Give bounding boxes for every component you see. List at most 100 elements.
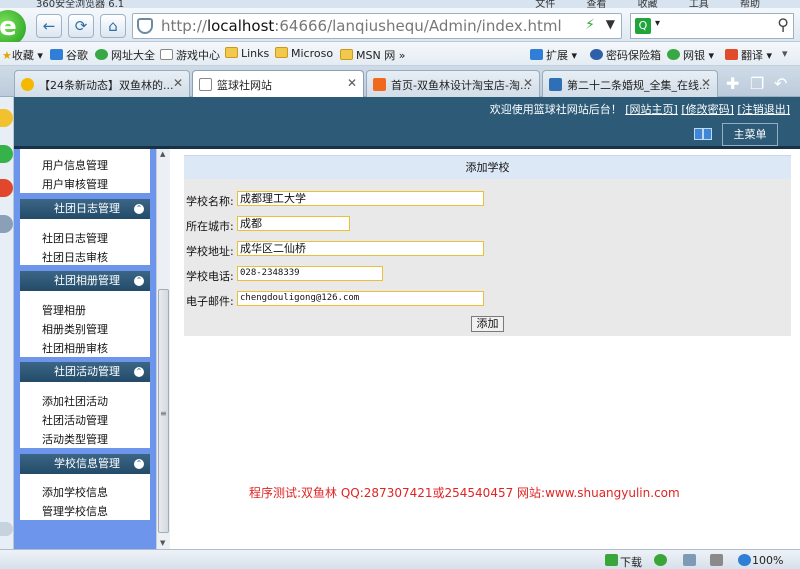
menu-item-album-review[interactable]: 社团相册审核 bbox=[42, 340, 108, 356]
browser-logo-icon[interactable]: e bbox=[0, 10, 26, 46]
restore-tab-icon[interactable]: ❐ bbox=[750, 74, 764, 93]
close-icon[interactable]: ✕ bbox=[701, 76, 711, 90]
fav-collect[interactable]: ★收藏 ▾ bbox=[2, 47, 43, 63]
speed-mode-icon[interactable]: ⚡ bbox=[585, 17, 595, 33]
undo-close-icon[interactable]: ↶ bbox=[774, 74, 787, 93]
menu-item-activity-type[interactable]: 活动类型管理 bbox=[42, 431, 108, 447]
settings-side-icon[interactable] bbox=[0, 522, 13, 536]
menu-group-header-activity[interactable]: 社团活动管理 ⌃ bbox=[20, 362, 150, 382]
menu-item-user-review[interactable]: 用户审核管理 bbox=[42, 176, 108, 192]
close-icon[interactable]: ✕ bbox=[347, 76, 357, 90]
menu-item-album-category[interactable]: 相册类别管理 bbox=[42, 321, 108, 337]
zoom-icon[interactable] bbox=[738, 554, 751, 566]
menu-group-header-album[interactable]: 社团相册管理 ⌃ bbox=[20, 271, 150, 291]
address-input[interactable]: 成华区二仙桥 bbox=[237, 241, 484, 256]
menu-group-header-log[interactable]: 社团日志管理 ⌃ bbox=[20, 199, 150, 219]
search-engine-dropdown-icon[interactable]: ▾ bbox=[655, 18, 660, 29]
toolbar-more-icon[interactable]: ▾ bbox=[782, 47, 788, 60]
site-home-link[interactable]: [网站主页] bbox=[625, 103, 678, 116]
browser-mode-icon[interactable] bbox=[654, 554, 667, 566]
collapse-icon[interactable]: ⌃ bbox=[134, 276, 144, 286]
menu-favorites[interactable]: 收藏 bbox=[638, 0, 658, 8]
favorites-side-icon[interactable] bbox=[0, 109, 13, 127]
search-engine-icon[interactable]: Q bbox=[635, 18, 651, 34]
address-bar[interactable]: http://localhost:64666/lanqiushequ/Admin… bbox=[132, 13, 622, 39]
search-box[interactable]: Q ▾ ⚲ bbox=[630, 13, 794, 39]
security-shield-icon[interactable] bbox=[137, 18, 153, 34]
tab-taobao-shop[interactable]: 首页-双鱼林设计淘宝店-淘... ✕ bbox=[366, 70, 540, 97]
page-icon bbox=[160, 49, 173, 60]
change-password-link[interactable]: [修改密码] bbox=[681, 103, 734, 116]
menu-scrollbar[interactable]: ▲ ≡ ▼ bbox=[156, 149, 170, 549]
welcome-bar: 欢迎使用篮球社网站后台！ [网站主页] [修改密码] [注销退出] bbox=[490, 101, 790, 117]
bank-icon bbox=[667, 49, 680, 60]
fav-msn[interactable]: MSN 网 » bbox=[340, 47, 405, 63]
refresh-button[interactable]: ⟳ bbox=[68, 14, 94, 38]
sound-icon[interactable] bbox=[710, 554, 723, 566]
school-name-input[interactable]: 成都理工大学 bbox=[237, 191, 484, 206]
phone-input[interactable]: 028-2348339 bbox=[237, 266, 383, 281]
scroll-up-icon[interactable]: ▲ bbox=[160, 150, 165, 158]
sidebar-toggle-icon[interactable] bbox=[694, 127, 714, 141]
home-button[interactable]: ⌂ bbox=[100, 14, 126, 38]
fav-google[interactable]: 谷歌 bbox=[50, 47, 88, 63]
email-input[interactable]: chengdouligong@126.com bbox=[237, 291, 484, 306]
toolbar-translate[interactable]: 翻译 ▾ bbox=[725, 47, 772, 63]
star-icon: ★ bbox=[2, 49, 12, 62]
menu-item-log-manage[interactable]: 社团日志管理 bbox=[42, 230, 108, 246]
fav-microsoft[interactable]: Microso bbox=[275, 47, 333, 60]
tab-basketball-site[interactable]: 篮球社网站 ✕ bbox=[192, 70, 364, 98]
menu-item-add-school[interactable]: 添加学校信息 bbox=[42, 484, 108, 500]
menu-help[interactable]: 帮助 bbox=[740, 0, 760, 8]
collapse-icon[interactable]: ⌃ bbox=[134, 367, 144, 377]
school-name-label: 学校名称: bbox=[186, 195, 234, 208]
download-icon[interactable] bbox=[605, 554, 618, 566]
weibo-side-icon[interactable] bbox=[0, 179, 13, 197]
menu-item-add-activity[interactable]: 添加社团活动 bbox=[42, 393, 108, 409]
fav-site-nav[interactable]: 网址大全 bbox=[95, 47, 155, 63]
screenshot-icon[interactable] bbox=[683, 554, 696, 566]
toolbar-bank[interactable]: 网银 ▾ bbox=[667, 47, 714, 63]
new-tab-icon[interactable]: ✚ bbox=[726, 74, 739, 93]
menu-file[interactable]: 文件 bbox=[535, 0, 555, 8]
address-dropdown-icon[interactable]: ▼ bbox=[606, 17, 615, 31]
toolbar-password-vault[interactable]: 密码保险箱 bbox=[590, 47, 661, 63]
close-icon[interactable]: ✕ bbox=[523, 76, 533, 90]
menu-item-manage-school[interactable]: 管理学校信息 bbox=[42, 503, 108, 519]
menu-tools[interactable]: 工具 bbox=[689, 0, 709, 8]
city-input[interactable]: 成都 bbox=[237, 216, 350, 231]
tab-qzone[interactable]: 【24条新动态】双鱼林的... ✕ bbox=[14, 70, 190, 97]
browser-tab-bar: 【24条新动态】双鱼林的... ✕ 篮球社网站 ✕ 首页-双鱼林设计淘宝店-淘.… bbox=[0, 66, 800, 98]
menu-item-manage-album[interactable]: 管理相册 bbox=[42, 302, 86, 318]
tools-side-icon[interactable] bbox=[0, 215, 13, 233]
menu-view[interactable]: 查看 bbox=[586, 0, 606, 8]
download-label[interactable]: 下载 bbox=[620, 554, 642, 569]
browser-side-strip bbox=[0, 97, 14, 549]
close-icon[interactable]: ✕ bbox=[173, 76, 183, 90]
page-icon bbox=[199, 78, 212, 91]
scroll-grip-icon: ≡ bbox=[160, 409, 167, 418]
zoom-level[interactable]: 100% bbox=[752, 554, 783, 567]
search-icon[interactable]: ⚲ bbox=[777, 15, 789, 34]
menu-item-user-info[interactable]: 用户信息管理 bbox=[42, 157, 108, 173]
credit-text: 程序测试:双鱼林 QQ:287307421或254540457 网站:www.s… bbox=[249, 486, 680, 500]
toolbar-extension[interactable]: 扩展 ▾ bbox=[530, 47, 577, 63]
tab-video[interactable]: 第二十二条婚规_全集_在线... ✕ bbox=[542, 70, 718, 97]
logout-link[interactable]: [注销退出] bbox=[737, 103, 790, 116]
scroll-down-icon[interactable]: ▼ bbox=[160, 539, 165, 547]
collapse-icon[interactable]: ⌃ bbox=[134, 459, 144, 469]
menu-item-log-review[interactable]: 社团日志审核 bbox=[42, 249, 108, 265]
folder-icon bbox=[275, 47, 288, 58]
city-label: 所在城市: bbox=[186, 220, 234, 233]
add-button[interactable]: 添加 bbox=[471, 316, 504, 332]
back-button[interactable]: ← bbox=[36, 14, 62, 38]
address-url[interactable]: http://localhost:64666/lanqiushequ/Admin… bbox=[161, 17, 562, 35]
main-menu-button[interactable]: 主菜单 bbox=[722, 123, 778, 146]
chat-side-icon[interactable] bbox=[0, 145, 13, 163]
fav-links[interactable]: Links bbox=[225, 47, 269, 60]
add-school-form: 添加学校 学校名称: 成都理工大学 所在城市: 成都 学校地址: 成华区二仙桥 … bbox=[184, 155, 791, 336]
collapse-icon[interactable]: ⌃ bbox=[134, 204, 144, 214]
menu-group-header-school[interactable]: 学校信息管理 ⌃ bbox=[20, 454, 150, 474]
fav-game-center[interactable]: 游戏中心 bbox=[160, 47, 220, 63]
menu-item-activity-manage[interactable]: 社团活动管理 bbox=[42, 412, 108, 428]
